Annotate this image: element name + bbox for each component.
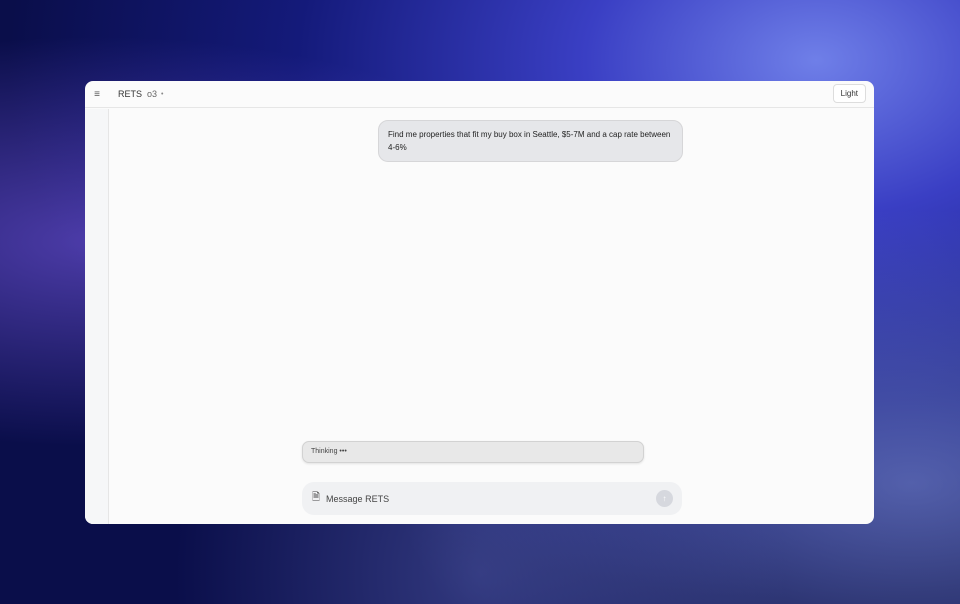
thinking-label: Thinking: [311, 448, 338, 455]
thinking-dots: •••: [339, 448, 347, 455]
model-selector[interactable]: o3: [147, 89, 157, 99]
send-button[interactable]: ↑: [656, 490, 673, 507]
top-bar: ≡ RETS o3 • Light: [85, 81, 874, 108]
theme-toggle-button[interactable]: Light: [832, 84, 866, 103]
message-composer[interactable]: 🗎 Message RETS ↑: [302, 482, 682, 515]
message-input[interactable]: Message RETS: [326, 494, 389, 504]
menu-icon[interactable]: ≡: [85, 89, 109, 100]
app-window: ≡ RETS o3 • Light Find me properties tha…: [85, 81, 874, 524]
thinking-indicator: Thinking •••: [302, 441, 644, 463]
app-title: RETS: [118, 89, 143, 99]
user-message: Find me properties that fit my buy box i…: [378, 120, 683, 162]
sidebar: [85, 109, 109, 524]
attach-file-icon[interactable]: 🗎: [312, 490, 320, 507]
model-dropdown-icon[interactable]: •: [161, 91, 163, 98]
